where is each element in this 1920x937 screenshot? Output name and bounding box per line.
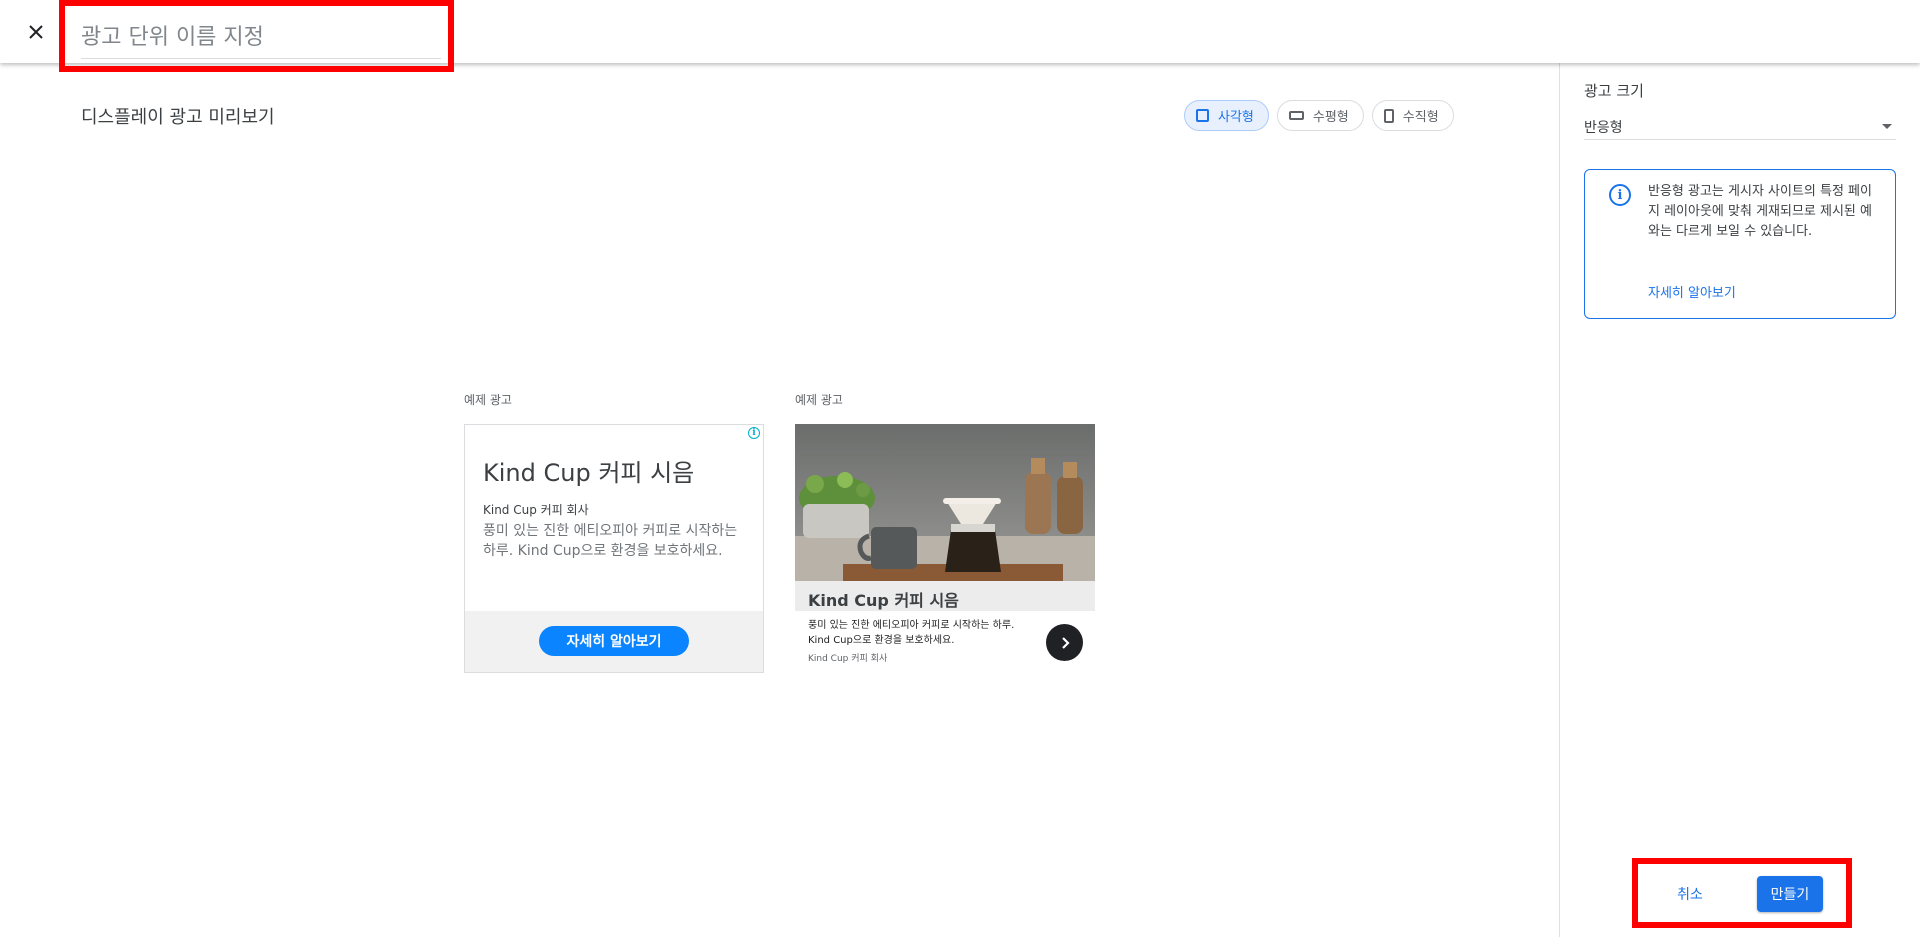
- ad-footer: 자세히 알아보기: [465, 611, 763, 672]
- ad-next-button[interactable]: [1046, 624, 1083, 661]
- ad-company: Kind Cup 커피 회사: [808, 654, 888, 664]
- ad-headline: Kind Cup 커피 시음: [808, 591, 959, 610]
- ad-unit-name-highlight: [59, 0, 454, 72]
- ad-title-band: Kind Cup 커피 시음: [795, 581, 1095, 611]
- chip-square-label: 사각형: [1218, 110, 1254, 125]
- coffee-product-image: [795, 424, 1095, 581]
- adchoices-info-icon[interactable]: i: [748, 427, 760, 439]
- page-title: 디스플레이 광고 미리보기: [81, 107, 275, 128]
- ad-size-label: 광고 크기: [1584, 82, 1644, 100]
- dropdown-arrow-icon: [1882, 124, 1892, 129]
- ad-size-value: 반응형: [1584, 120, 1623, 136]
- chip-vertical[interactable]: 수직형: [1371, 100, 1454, 131]
- learn-more-link[interactable]: 자세히 알아보기: [1648, 282, 1736, 301]
- create-button[interactable]: 만들기: [1757, 876, 1823, 912]
- settings-sidebar: 광고 크기 반응형 i 반응형 광고는 게시자 사이트의 특정 페이지 레이아웃…: [1559, 63, 1920, 937]
- ad-headline: Kind Cup 커피 시음: [483, 459, 695, 487]
- info-icon: i: [1609, 184, 1631, 206]
- cancel-button[interactable]: 취소: [1662, 876, 1718, 912]
- sample-ad-label: 예제 광고: [795, 393, 843, 407]
- chip-square[interactable]: 사각형: [1184, 100, 1269, 131]
- chip-vertical-label: 수직형: [1402, 110, 1439, 125]
- top-bar: [0, 0, 1920, 72]
- close-button[interactable]: [22, 18, 50, 46]
- shape-chip-group: 사각형 수평형 수직형: [1184, 100, 1454, 131]
- vertical-rectangle-icon: [1383, 108, 1394, 123]
- close-icon: [29, 25, 43, 39]
- chevron-right-icon: [1061, 636, 1070, 649]
- ad-unit-name-input[interactable]: [81, 23, 441, 59]
- responsive-info-box: i 반응형 광고는 게시자 사이트의 특정 페이지 레이아웃에 맞춰 게재되므로…: [1584, 169, 1896, 319]
- chip-horizontal-label: 수평형: [1312, 110, 1349, 125]
- info-text: 반응형 광고는 게시자 사이트의 특정 페이지 레이아웃에 맞춰 게재되므로 제…: [1648, 184, 1872, 239]
- ad-cta-button[interactable]: 자세히 알아보기: [539, 626, 689, 656]
- ad-company: Kind Cup 커피 회사: [483, 503, 589, 517]
- sample-ad-label: 예제 광고: [464, 393, 512, 407]
- ad-size-select[interactable]: 반응형: [1584, 108, 1896, 140]
- sample-ad-text[interactable]: i Kind Cup 커피 시음 Kind Cup 커피 회사 풍미 있는 진한…: [464, 424, 764, 673]
- horizontal-rectangle-icon: [1288, 111, 1304, 120]
- ad-description: 풍미 있는 진한 에티오피아 커피로 시작하는 하루. Kind Cup으로 환…: [483, 523, 738, 559]
- square-icon: [1196, 109, 1209, 122]
- sample-ad-image[interactable]: Kind Cup 커피 시음 풍미 있는 진한 에티오피아 커피로 시작하는 하…: [795, 424, 1095, 673]
- preview-area: 디스플레이 광고 미리보기 사각형 수평형 수직형 예제 광고 i Kind C…: [0, 63, 1559, 937]
- ad-description: 풍미 있는 진한 에티오피아 커피로 시작하는 하루. Kind Cup으로 환…: [808, 620, 1015, 646]
- chip-horizontal[interactable]: 수평형: [1276, 100, 1364, 131]
- action-buttons-highlight: 취소 만들기: [1632, 858, 1852, 928]
